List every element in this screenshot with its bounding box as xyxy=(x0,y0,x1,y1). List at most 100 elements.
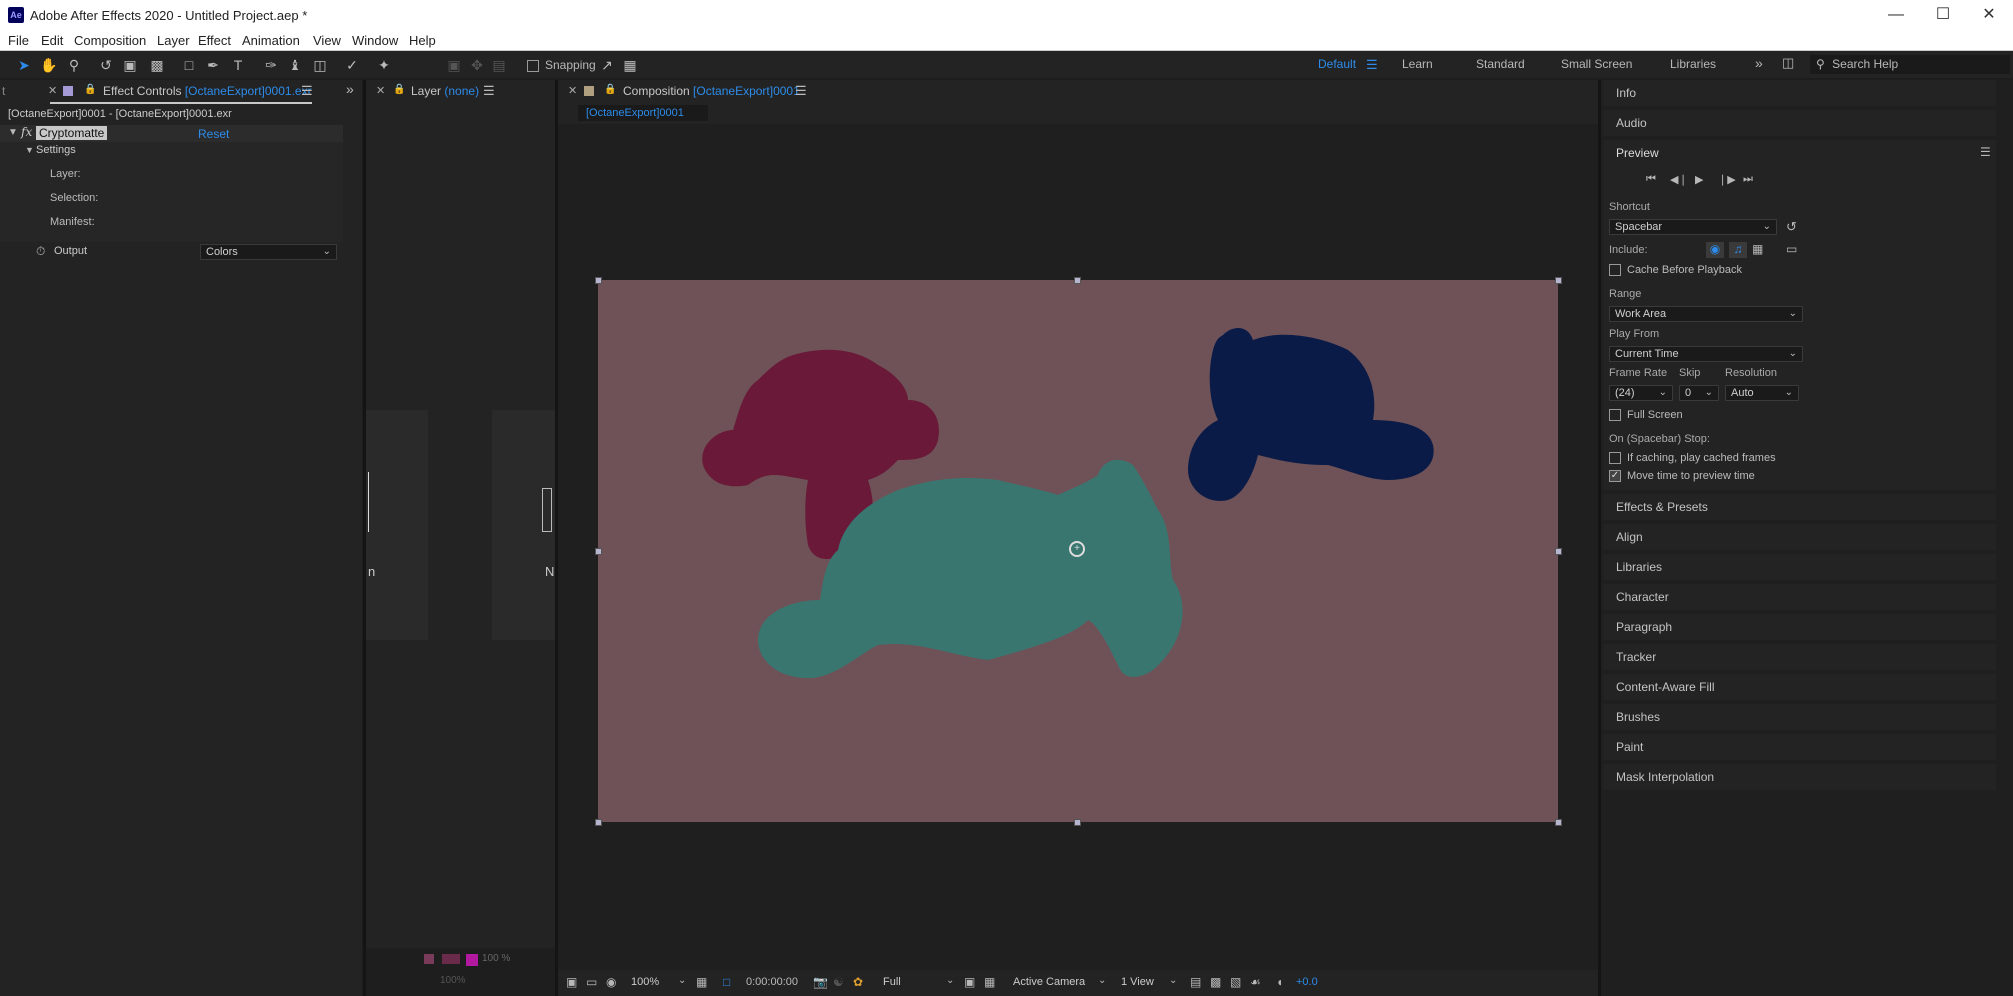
type-tool-icon[interactable]: T xyxy=(229,56,247,74)
pen-tool-icon[interactable]: ✒ xyxy=(204,56,222,74)
roto-brush-tool-icon[interactable]: ✓ xyxy=(343,56,361,74)
workspace-small-screen[interactable]: Small Screen xyxy=(1561,57,1632,71)
exposure-value[interactable]: +0.0 xyxy=(1296,976,1318,988)
axis-world-icon[interactable]: ✥ xyxy=(468,56,486,74)
workspace-libraries[interactable]: Libraries xyxy=(1670,57,1716,71)
color-swatch-1[interactable] xyxy=(424,954,434,964)
hand-tool-icon[interactable]: ✋ xyxy=(40,56,58,74)
composition-tab[interactable]: Composition [OctaneExport]0001 xyxy=(623,84,800,98)
menu-composition[interactable]: Composition xyxy=(74,33,146,48)
monitor-icon[interactable]: ▭ xyxy=(586,975,597,989)
color-swatch-3[interactable] xyxy=(466,954,478,966)
external-video-icon[interactable]: ▭ xyxy=(1786,242,1797,256)
include-audio-icon[interactable]: ♫ xyxy=(1729,242,1747,258)
camera-chevron-icon[interactable]: ⌄ xyxy=(1098,975,1106,986)
sync-settings-icon[interactable]: ◫ xyxy=(1782,55,1794,71)
first-frame-icon[interactable]: ⏮ xyxy=(1646,173,1656,186)
reset-shortcut-icon[interactable]: ↺ xyxy=(1786,219,1797,235)
move-time-checkbox[interactable]: ✓ xyxy=(1609,470,1621,483)
snap-grid-icon[interactable]: ▦ xyxy=(621,56,639,74)
minimize-icon[interactable]: — xyxy=(1873,4,1919,26)
region-of-interest-icon[interactable]: □ xyxy=(723,975,730,989)
reset-link[interactable]: Reset xyxy=(198,127,229,141)
comp-subtab[interactable]: [OctaneExport]0001 xyxy=(578,105,708,121)
close-tab-icon[interactable]: ✕ xyxy=(48,84,57,97)
snapshot-icon[interactable]: 📷 xyxy=(813,975,828,989)
paint-panel[interactable]: Paint xyxy=(1603,734,1996,760)
include-video-icon[interactable]: ◉ xyxy=(1706,242,1724,258)
last-frame-icon[interactable]: ⏭ xyxy=(1743,173,1753,186)
color-channel-icon[interactable]: ✿ xyxy=(853,975,863,989)
axis-view-icon[interactable]: ▤ xyxy=(490,56,508,74)
play-from-dropdown[interactable]: Current Time ⌄ xyxy=(1609,346,1803,362)
menu-layer[interactable]: Layer xyxy=(157,33,190,48)
handle-ml[interactable] xyxy=(595,548,602,555)
menu-help[interactable]: Help xyxy=(409,33,436,48)
transparency-grid-icon[interactable]: ▦ xyxy=(984,975,995,989)
handle-tr[interactable] xyxy=(1555,277,1562,284)
workspace-menu-icon[interactable]: ☰ xyxy=(1366,57,1378,73)
workspace-learn[interactable]: Learn xyxy=(1402,57,1433,71)
view-layout-dropdown[interactable]: 1 View xyxy=(1121,976,1154,988)
tracker-panel[interactable]: Tracker xyxy=(1603,644,1996,670)
next-frame-icon[interactable]: ❘▶ xyxy=(1718,173,1736,186)
stopwatch-icon[interactable]: ⏱ xyxy=(36,244,45,259)
effect-name[interactable]: Cryptomatte xyxy=(36,126,108,140)
cache-before-playback-option[interactable]: Cache Before Playback xyxy=(1609,264,1742,277)
play-icon[interactable]: ▶ xyxy=(1695,173,1703,186)
full-screen-checkbox[interactable] xyxy=(1609,409,1621,422)
move-time-option[interactable]: ✓ Move time to preview time xyxy=(1609,470,1755,483)
zoom-tool-icon[interactable]: ⚲ xyxy=(65,56,83,74)
character-panel[interactable]: Character xyxy=(1603,584,1996,610)
effect-row[interactable]: ▼ fx Cryptomatte Reset xyxy=(0,125,343,142)
search-help-input[interactable]: ⚲ Search Help xyxy=(1810,55,2010,74)
effect-controls-tab[interactable]: Effect Controls [OctaneExport]0001.exr xyxy=(103,84,312,98)
more-workspaces-icon[interactable]: » xyxy=(1755,55,1763,71)
selection-tool-icon[interactable]: ➤ xyxy=(15,56,33,74)
rectangle-tool-icon[interactable]: □ xyxy=(180,56,198,74)
shortcut-dropdown[interactable]: Spacebar ⌄ xyxy=(1609,219,1777,235)
title-action-safe-icon[interactable]: ▦ xyxy=(696,975,707,989)
full-screen-option[interactable]: Full Screen xyxy=(1609,409,1683,422)
settings-group-label[interactable]: Settings xyxy=(36,144,76,156)
info-panel[interactable]: Info xyxy=(1603,80,1996,106)
camera-dropdown[interactable]: Active Camera xyxy=(1013,976,1085,988)
menu-effect[interactable]: Effect xyxy=(198,33,231,48)
project-tab-fragment[interactable]: t xyxy=(2,84,5,98)
layer-lock-icon[interactable]: 🔒 xyxy=(393,84,405,95)
close-comp-tab-icon[interactable]: ✕ xyxy=(568,84,577,97)
handle-tc[interactable] xyxy=(1074,277,1081,284)
exposure-reset-icon[interactable]: ◖ xyxy=(1276,975,1283,989)
mask-visibility-icon[interactable]: ◉ xyxy=(606,975,616,989)
workspace-standard[interactable]: Standard xyxy=(1476,57,1525,71)
handle-mr[interactable] xyxy=(1555,548,1562,555)
effects-presets-panel[interactable]: Effects & Presets xyxy=(1603,494,1996,520)
snap-extend-icon[interactable]: ↗ xyxy=(598,56,616,74)
toggle-pixel-aspect-icon[interactable]: ▤ xyxy=(1190,975,1201,989)
flowchart-icon[interactable]: ☙ xyxy=(1250,975,1261,989)
fast-previews-icon[interactable]: ▣ xyxy=(964,975,975,989)
magnification-dropdown[interactable]: 100% xyxy=(631,976,659,988)
maximize-icon[interactable]: ☐ xyxy=(1920,4,1966,26)
menu-file[interactable]: File xyxy=(8,33,29,48)
axis-local-icon[interactable]: ▣ xyxy=(445,56,463,74)
if-caching-checkbox[interactable] xyxy=(1609,452,1621,465)
menu-view[interactable]: View xyxy=(313,33,341,48)
menu-window[interactable]: Window xyxy=(352,33,398,48)
close-icon[interactable]: ✕ xyxy=(1966,4,2012,26)
layer-panel-menu-icon[interactable]: ☰ xyxy=(483,83,495,99)
comp-lock-icon[interactable]: 🔒 xyxy=(604,84,616,95)
handle-bc[interactable] xyxy=(1074,819,1081,826)
handle-br[interactable] xyxy=(1555,819,1562,826)
if-caching-option[interactable]: If caching, play cached frames xyxy=(1609,452,1776,465)
brush-tool-icon[interactable]: ✑ xyxy=(262,56,280,74)
menu-edit[interactable]: Edit xyxy=(41,33,63,48)
expand-panel-icon[interactable]: » xyxy=(346,81,354,97)
handle-tl[interactable] xyxy=(595,277,602,284)
expand-settings-icon[interactable]: ▼ xyxy=(25,145,34,155)
resolution-preview-dropdown[interactable]: Auto ⌄ xyxy=(1725,385,1799,401)
anchor-point-icon[interactable]: + xyxy=(1069,541,1085,557)
layer-zoom-dropdown[interactable]: 100% xyxy=(440,975,466,986)
current-time-display[interactable]: 0:00:00:00 xyxy=(746,976,798,988)
workspace-default[interactable]: Default xyxy=(1318,57,1356,71)
